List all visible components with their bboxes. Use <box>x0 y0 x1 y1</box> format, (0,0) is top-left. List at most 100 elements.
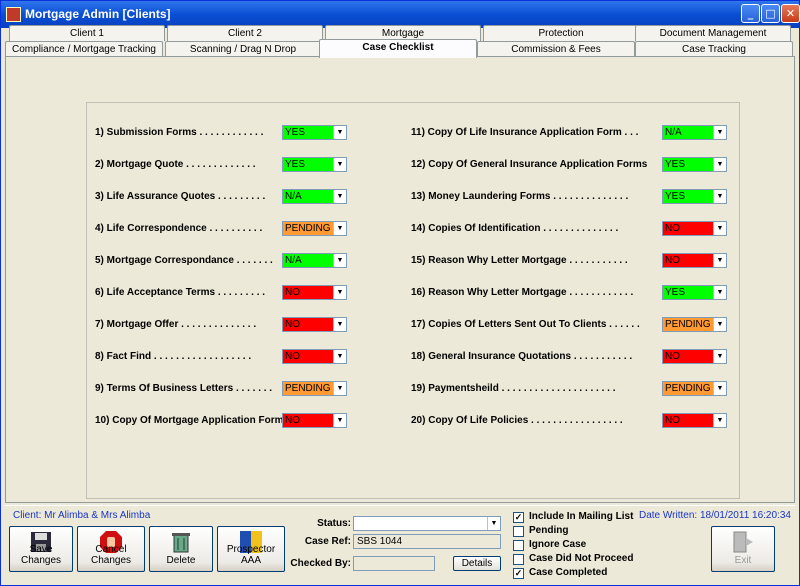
chevron-down-icon[interactable]: ▼ <box>713 254 726 267</box>
case-ref-field[interactable]: SBS 1044 <box>353 534 501 549</box>
checklist-select-left-6[interactable]: NO ▼ <box>282 317 347 332</box>
chevron-down-icon[interactable]: ▼ <box>713 414 726 427</box>
tab-row1-3[interactable]: Protection <box>483 25 639 41</box>
checklist-value: YES <box>665 287 686 298</box>
checklist-value: NO <box>285 415 300 426</box>
chevron-down-icon[interactable]: ▼ <box>713 190 726 203</box>
checklist-select-right-8[interactable]: PENDING ▼ <box>662 381 727 396</box>
checklist-value: N/A <box>665 127 682 138</box>
chevron-down-icon[interactable]: ▼ <box>333 286 346 299</box>
prospector-button[interactable]: Prospector AAA <box>217 526 285 572</box>
checkbox[interactable] <box>513 540 524 551</box>
checklist-select-right-7[interactable]: NO ▼ <box>662 349 727 364</box>
chevron-down-icon[interactable]: ▼ <box>333 254 346 267</box>
checklist-value: PENDING <box>285 223 331 234</box>
checklist-group: 1) Submission Forms . . . . . . . . . . … <box>86 102 740 499</box>
tab-row1-0[interactable]: Client 1 <box>9 25 165 41</box>
close-icon[interactable]: ✕ <box>781 4 800 23</box>
checklist-select-right-5[interactable]: YES ▼ <box>662 285 727 300</box>
details-button[interactable]: Details <box>453 556 501 571</box>
tab-row1-1[interactable]: Client 2 <box>167 25 323 41</box>
checklist-select-right-4[interactable]: NO ▼ <box>662 253 727 268</box>
checklist-label-left-5: 6) Life Acceptance Terms . . . . . . . .… <box>95 287 266 298</box>
checked-by-field[interactable] <box>353 556 435 571</box>
checkbox[interactable] <box>513 526 524 537</box>
checklist-label-left-8: 9) Terms Of Business Letters . . . . . .… <box>95 383 273 394</box>
main-window: Mortgage Admin [Clients] _ □ ✕ Client 1C… <box>0 0 800 586</box>
chevron-down-icon[interactable]: ▼ <box>333 190 346 203</box>
status-label: Status: <box>317 518 351 529</box>
chevron-down-icon[interactable]: ▼ <box>333 222 346 235</box>
chevron-down-icon[interactable]: ▼ <box>333 382 346 395</box>
checklist-select-left-5[interactable]: NO ▼ <box>282 285 347 300</box>
checklist-label-right-8: 19) Paymentsheild . . . . . . . . . . . … <box>411 383 616 394</box>
checkbox-label: Pending <box>529 525 569 536</box>
checklist-select-left-2[interactable]: N/A ▼ <box>282 189 347 204</box>
checklist-select-right-6[interactable]: PENDING ▼ <box>662 317 727 332</box>
footer-bar: Client: Mr Alimba & Mrs Alimba Date Writ… <box>5 505 795 583</box>
tab-row2-1[interactable]: Scanning / Drag N Drop <box>165 41 321 57</box>
maximize-icon[interactable]: □ <box>761 4 780 23</box>
chevron-down-icon[interactable]: ▼ <box>713 126 726 139</box>
checkbox[interactable]: ✓ <box>513 512 524 523</box>
tab-row2-3[interactable]: Commission & Fees <box>477 41 635 57</box>
checklist-select-left-3[interactable]: PENDING ▼ <box>282 221 347 236</box>
checklist-select-left-0[interactable]: YES ▼ <box>282 125 347 140</box>
checklist-value: YES <box>285 127 306 138</box>
status-select[interactable]: ▼ <box>353 516 501 531</box>
chevron-down-icon[interactable]: ▼ <box>713 286 726 299</box>
checkbox-label: Case Did Not Proceed <box>529 553 634 564</box>
checklist-label-right-4: 15) Reason Why Letter Mortgage . . . . .… <box>411 255 628 266</box>
chevron-down-icon[interactable]: ▼ <box>487 517 500 530</box>
checklist-select-right-1[interactable]: YES ▼ <box>662 157 727 172</box>
checklist-label-right-3: 14) Copies Of Identification . . . . . .… <box>411 223 619 234</box>
tab-row2-0[interactable]: Compliance / Mortgage Tracking <box>5 41 163 57</box>
checklist-value: NO <box>665 223 680 234</box>
checklist-select-left-4[interactable]: N/A ▼ <box>282 253 347 268</box>
checklist-label-right-2: 13) Money Laundering Forms . . . . . . .… <box>411 191 629 202</box>
title-bar[interactable]: Mortgage Admin [Clients] _ □ ✕ <box>1 1 800 28</box>
tab-row1-4[interactable]: Document Management <box>635 25 791 41</box>
checklist-select-left-7[interactable]: NO ▼ <box>282 349 347 364</box>
minimize-icon[interactable]: _ <box>741 4 760 23</box>
chevron-down-icon[interactable]: ▼ <box>333 126 346 139</box>
checkbox[interactable] <box>513 554 524 565</box>
checklist-select-left-1[interactable]: YES ▼ <box>282 157 347 172</box>
cancel-changes-button[interactable]: Cancel Changes <box>77 526 145 572</box>
delete-button[interactable]: Delete <box>149 526 213 572</box>
save-changes-button[interactable]: Save Changes <box>9 526 73 572</box>
chevron-down-icon[interactable]: ▼ <box>713 222 726 235</box>
chevron-down-icon[interactable]: ▼ <box>333 318 346 331</box>
checklist-value: NO <box>285 319 300 330</box>
checklist-label-right-0: 11) Copy Of Life Insurance Application F… <box>411 127 639 138</box>
date-written: Date Written: 18/01/2011 16:20:34 <box>639 510 791 521</box>
checklist-value: NO <box>285 351 300 362</box>
checkbox-label: Ignore Case <box>529 539 587 550</box>
recycle-bin-icon <box>172 533 190 553</box>
chevron-down-icon[interactable]: ▼ <box>333 350 346 363</box>
checklist-select-right-0[interactable]: N/A ▼ <box>662 125 727 140</box>
checklist-select-right-9[interactable]: NO ▼ <box>662 413 727 428</box>
chevron-down-icon[interactable]: ▼ <box>713 158 726 171</box>
checklist-label-right-7: 18) General Insurance Quotations . . . .… <box>411 351 633 362</box>
checklist-select-right-2[interactable]: YES ▼ <box>662 189 727 204</box>
chevron-down-icon[interactable]: ▼ <box>713 350 726 363</box>
checklist-label-left-9: 10) Copy Of Mortgage Application Form <box>95 415 284 426</box>
chevron-down-icon[interactable]: ▼ <box>713 382 726 395</box>
tab-row2-2[interactable]: Case Checklist <box>319 39 477 58</box>
checkbox[interactable]: ✓ <box>513 568 524 579</box>
client-name: Client: Mr Alimba & Mrs Alimba <box>13 510 151 521</box>
exit-button[interactable]: Exit <box>711 526 775 572</box>
cancel-changes-label: Cancel Changes <box>90 544 132 566</box>
chevron-down-icon[interactable]: ▼ <box>333 414 346 427</box>
chevron-down-icon[interactable]: ▼ <box>333 158 346 171</box>
chevron-down-icon[interactable]: ▼ <box>713 318 726 331</box>
checklist-value: N/A <box>285 191 302 202</box>
checklist-label-right-1: 12) Copy Of General Insurance Applicatio… <box>411 159 648 170</box>
checklist-select-left-9[interactable]: NO ▼ <box>282 413 347 428</box>
checklist-select-right-3[interactable]: NO ▼ <box>662 221 727 236</box>
checklist-select-left-8[interactable]: PENDING ▼ <box>282 381 347 396</box>
checklist-label-left-2: 3) Life Assurance Quotes . . . . . . . .… <box>95 191 266 202</box>
tab-row2-4[interactable]: Case Tracking <box>635 41 793 57</box>
checklist-label-left-7: 8) Fact Find . . . . . . . . . . . . . .… <box>95 351 252 362</box>
